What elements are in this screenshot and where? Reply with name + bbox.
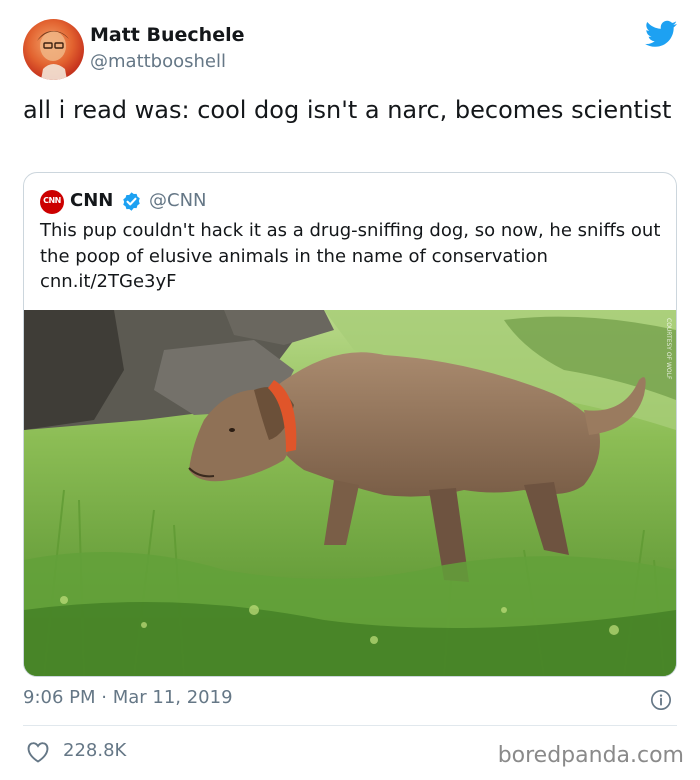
verified-badge-icon	[123, 192, 140, 211]
cnn-logo-icon[interactable]: CNN	[40, 190, 64, 214]
quoted-tweet-card[interactable]: CNN CNN @CNN This pup couldn't hack it a…	[23, 172, 677, 677]
heart-icon[interactable]	[26, 741, 50, 763]
quoted-author-name[interactable]: CNN	[70, 190, 113, 211]
twitter-bird-icon[interactable]	[645, 20, 677, 48]
avatar[interactable]	[23, 19, 84, 80]
watermark: boredpanda.com	[497, 743, 684, 768]
divider	[23, 725, 677, 726]
author-name[interactable]: Matt Buechele	[90, 24, 244, 46]
like-count[interactable]: 228.8K	[63, 740, 126, 761]
info-icon[interactable]	[650, 689, 672, 711]
image-credit: COURTESY OF WOLF SPANIELS	[665, 318, 672, 380]
cnn-logo-text: CNN	[43, 196, 61, 205]
quoted-author-handle[interactable]: @CNN	[149, 190, 207, 211]
dog-photo[interactable]: COURTESY OF WOLF SPANIELS	[24, 310, 676, 676]
quoted-tweet-text: This pup couldn't hack it as a drug-snif…	[40, 220, 661, 292]
tweet-timestamp[interactable]: 9:06 PM · Mar 11, 2019	[23, 687, 233, 708]
author-handle[interactable]: @mattbooshell	[90, 51, 226, 72]
tweet-text: all i read was: cool dog isn't a narc, b…	[23, 96, 672, 124]
